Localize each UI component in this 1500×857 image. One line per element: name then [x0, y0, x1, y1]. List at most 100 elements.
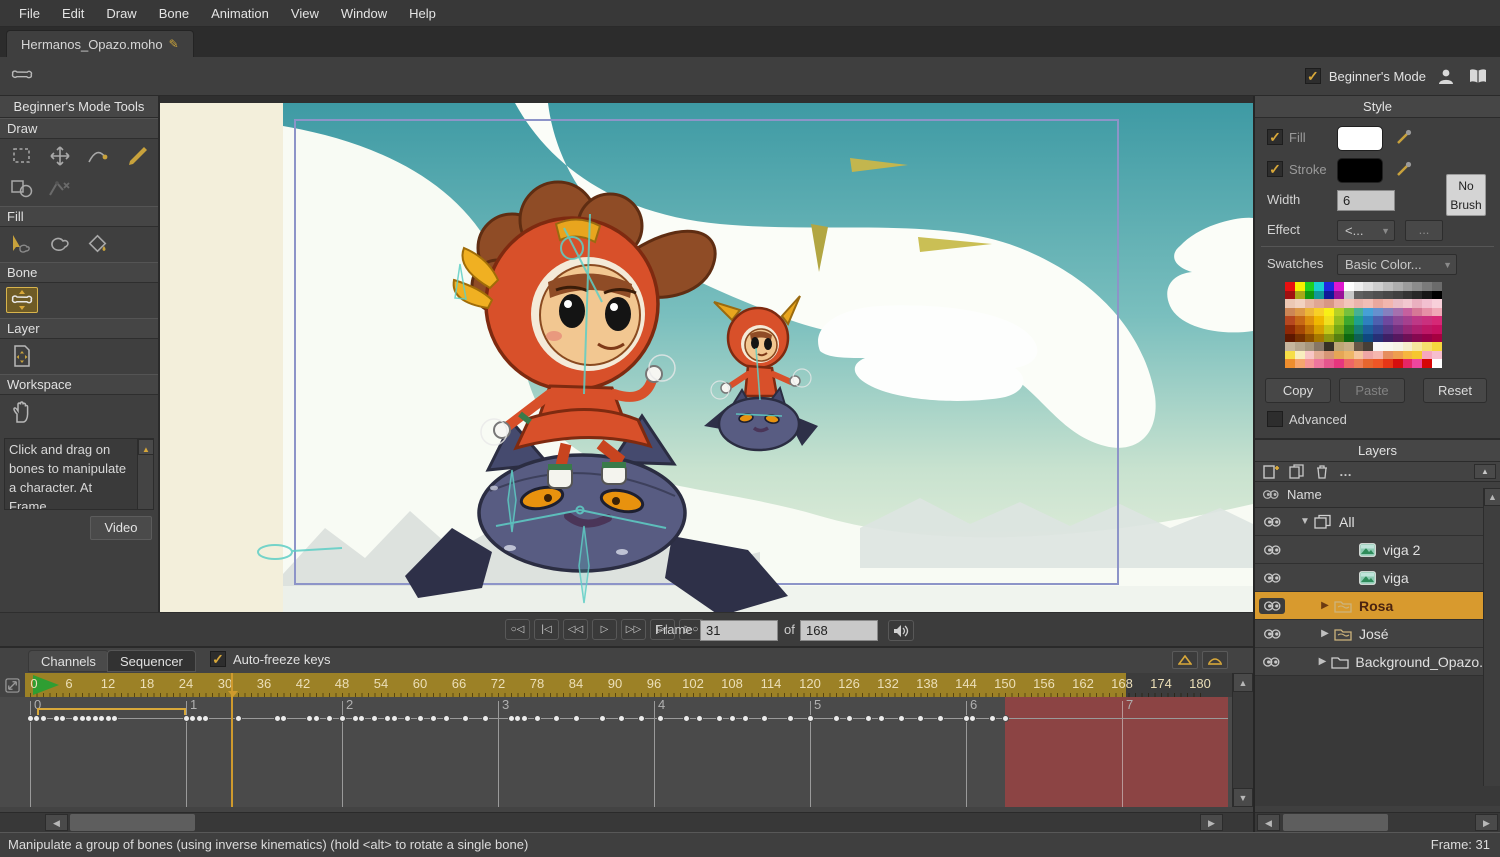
palette-swatch[interactable]	[1285, 342, 1295, 351]
scale-keyframes-button[interactable]	[1202, 651, 1228, 669]
palette-swatch[interactable]	[1363, 308, 1373, 317]
layers-horizontal-scrollbar[interactable]: ◀ ▶	[1255, 812, 1500, 832]
duplicate-layer-button[interactable]	[1289, 464, 1305, 479]
palette-swatch[interactable]	[1422, 308, 1432, 317]
palette-swatch[interactable]	[1295, 351, 1305, 360]
stroke-eyedropper-icon[interactable]	[1395, 160, 1413, 178]
palette-swatch[interactable]	[1285, 325, 1295, 334]
fill-eyedropper-icon[interactable]	[1395, 128, 1413, 146]
keyframe-dot[interactable]	[638, 715, 645, 722]
palette-swatch[interactable]	[1363, 359, 1373, 368]
palette-swatch[interactable]	[1354, 316, 1364, 325]
keyframe-dot[interactable]	[462, 715, 469, 722]
palette-swatch[interactable]	[1305, 316, 1315, 325]
timeline-vertical-scrollbar[interactable]: ▲ ▼	[1232, 673, 1253, 807]
layer-row-viga-2[interactable]: viga 2	[1255, 536, 1483, 564]
palette-swatch[interactable]	[1383, 359, 1393, 368]
palette-swatch[interactable]	[1354, 299, 1364, 308]
menu-item-file[interactable]: File	[8, 2, 51, 25]
timeline-scroll-up-button[interactable]: ▲	[1233, 673, 1253, 692]
palette-swatch[interactable]	[1354, 291, 1364, 300]
palette-swatch[interactable]	[1383, 334, 1393, 343]
palette-swatch[interactable]	[1373, 351, 1383, 360]
layer-row-viga[interactable]: viga	[1255, 564, 1483, 592]
palette-swatch[interactable]	[1344, 334, 1354, 343]
palette-swatch[interactable]	[1432, 308, 1442, 317]
palette-swatch[interactable]	[1422, 342, 1432, 351]
keyframe-dot[interactable]	[898, 715, 905, 722]
keyframe-dot[interactable]	[787, 715, 794, 722]
expand-timeline-icon[interactable]	[2, 675, 22, 695]
palette-swatch[interactable]	[1305, 359, 1315, 368]
tab-sequencer[interactable]: Sequencer	[107, 650, 196, 672]
layers-scroll-right-button[interactable]: ▶	[1475, 814, 1498, 831]
palette-swatch[interactable]	[1432, 325, 1442, 334]
keyframe-dot[interactable]	[729, 715, 736, 722]
palette-swatch[interactable]	[1403, 316, 1413, 325]
pan-hand-tool[interactable]	[6, 399, 38, 425]
keyframe-dot[interactable]	[202, 715, 209, 722]
keyframe-dot[interactable]	[417, 715, 424, 722]
menu-item-window[interactable]: Window	[330, 2, 398, 25]
timeline-scroll-right-button[interactable]: ▶	[1200, 814, 1223, 831]
palette-swatch[interactable]	[1363, 325, 1373, 334]
effect-dropdown[interactable]: <...▼	[1337, 220, 1395, 241]
draw-shape-tool[interactable]	[6, 175, 38, 201]
layer-expand-toggle[interactable]: ▼	[1297, 516, 1313, 527]
menu-item-draw[interactable]: Draw	[95, 2, 147, 25]
layer-row-jos[interactable]: ▶José	[1255, 620, 1483, 648]
layers-scroll-up-button[interactable]: ▲	[1484, 488, 1500, 506]
keyframe-dot[interactable]	[696, 715, 703, 722]
palette-swatch[interactable]	[1363, 316, 1373, 325]
palette-swatch[interactable]	[1314, 334, 1324, 343]
manipulate-bones-tool[interactable]	[6, 287, 38, 313]
palette-swatch[interactable]	[1432, 316, 1442, 325]
palette-swatch[interactable]	[1383, 325, 1393, 334]
palette-swatch[interactable]	[1363, 291, 1373, 300]
palette-swatch[interactable]	[1363, 342, 1373, 351]
palette-swatch[interactable]	[1383, 308, 1393, 317]
palette-swatch[interactable]	[1354, 282, 1364, 291]
palette-swatch[interactable]	[1373, 325, 1383, 334]
create-shape-tool[interactable]	[44, 231, 76, 257]
collapse-panel-button[interactable]: ▲	[1474, 464, 1496, 479]
palette-swatch[interactable]	[1412, 334, 1422, 343]
palette-swatch[interactable]	[1383, 299, 1393, 308]
fill-checkbox[interactable]: ✓	[1267, 129, 1283, 145]
canvas-viewport[interactable]	[160, 96, 1253, 612]
palette-swatch[interactable]	[1324, 351, 1334, 360]
palette-swatch[interactable]	[1344, 342, 1354, 351]
keyframe-dot[interactable]	[326, 715, 333, 722]
palette-swatch[interactable]	[1344, 282, 1354, 291]
palette-swatch[interactable]	[1383, 342, 1393, 351]
keyframe-dot[interactable]	[443, 715, 450, 722]
keyframe-dot[interactable]	[235, 715, 242, 722]
palette-swatch[interactable]	[1383, 282, 1393, 291]
palette-swatch[interactable]	[1295, 334, 1305, 343]
palette-swatch[interactable]	[1412, 308, 1422, 317]
palette-swatch[interactable]	[1393, 282, 1403, 291]
menu-item-edit[interactable]: Edit	[51, 2, 95, 25]
palette-swatch[interactable]	[1412, 282, 1422, 291]
palette-swatch[interactable]	[1334, 308, 1344, 317]
keyframe-dot[interactable]	[189, 715, 196, 722]
palette-swatch[interactable]	[1344, 291, 1354, 300]
palette-swatch[interactable]	[1354, 351, 1364, 360]
palette-swatch[interactable]	[1285, 291, 1295, 300]
keyframe-dot[interactable]	[72, 715, 79, 722]
step-forward-button[interactable]: ▷▷	[621, 619, 646, 640]
palette-swatch[interactable]	[1305, 282, 1315, 291]
palette-swatch[interactable]	[1403, 291, 1413, 300]
palette-swatch[interactable]	[1295, 291, 1305, 300]
palette-swatch[interactable]	[1432, 359, 1442, 368]
keyframe-dot[interactable]	[742, 715, 749, 722]
current-frame-input[interactable]: 31	[700, 620, 778, 641]
keyframe-dot[interactable]	[573, 715, 580, 722]
palette-swatch[interactable]	[1432, 334, 1442, 343]
auto-freeze-checkbox[interactable]: ✓	[210, 651, 226, 667]
keyframe-dot[interactable]	[521, 715, 528, 722]
layer-visibility-toggle[interactable]	[1259, 572, 1285, 584]
palette-swatch[interactable]	[1334, 316, 1344, 325]
palette-swatch[interactable]	[1354, 308, 1364, 317]
jump-start-button[interactable]: ○◁	[505, 619, 530, 640]
